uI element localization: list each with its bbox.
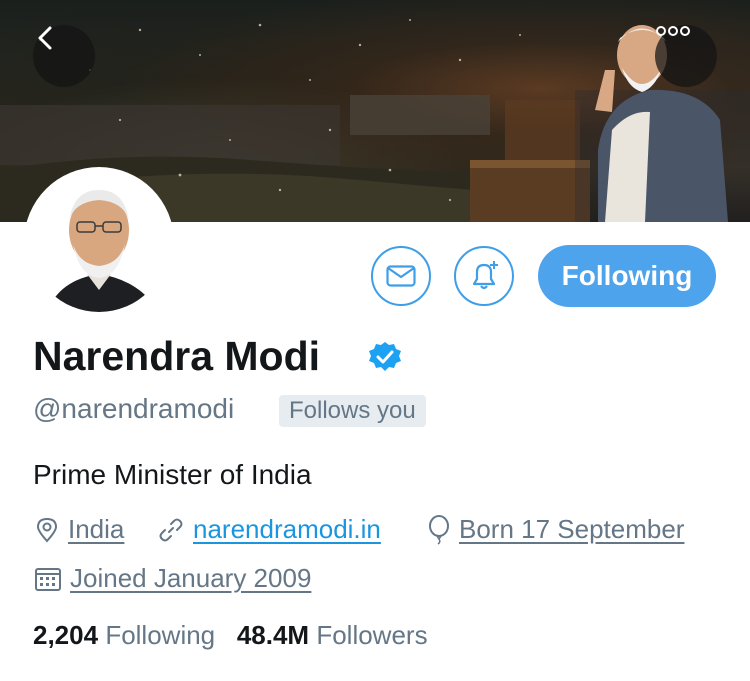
- location-pin-icon: [36, 517, 58, 542]
- message-button[interactable]: [371, 246, 431, 306]
- profile-website[interactable]: narendramodi.in: [157, 514, 381, 545]
- profile-stats: 2,204 Following 48.4M Followers: [33, 620, 428, 651]
- verified-badge-icon: [369, 342, 401, 371]
- profile-birthday: Born 17 September: [427, 514, 684, 545]
- profile-location[interactable]: India: [34, 514, 124, 545]
- birthday-text: Born 17 September: [459, 514, 685, 544]
- following-button[interactable]: Following: [538, 245, 716, 307]
- more-dots-icon: [656, 26, 690, 36]
- follows-you-badge: Follows you: [279, 395, 426, 427]
- more-options-button[interactable]: [655, 25, 717, 87]
- back-button[interactable]: [33, 25, 95, 87]
- bell-plus-icon: [472, 261, 498, 290]
- chevron-left-icon: [38, 26, 52, 50]
- website-link[interactable]: narendramodi.in: [193, 514, 381, 545]
- balloon-icon: [429, 514, 449, 545]
- followers-count: 48.4M: [236, 620, 310, 650]
- followers-stat[interactable]: 48.4M Followers: [237, 620, 428, 650]
- profile-joined: Joined January 2009: [34, 563, 311, 594]
- calendar-icon: [35, 567, 61, 591]
- profile-name: Narendra Modi: [33, 333, 321, 379]
- following-stat[interactable]: 2,204 Following: [33, 620, 222, 650]
- following-count: 2,204: [33, 620, 99, 650]
- profile-handle: @narendramodi: [33, 393, 235, 424]
- following-label: Following: [105, 620, 216, 650]
- notifications-button[interactable]: [454, 246, 514, 306]
- followers-label: Followers: [316, 620, 428, 650]
- envelope-icon: [386, 265, 416, 287]
- link-icon: [159, 518, 183, 541]
- location-text: India: [68, 514, 125, 544]
- joined-text: Joined January 2009: [70, 563, 312, 593]
- avatar-image: [29, 172, 169, 312]
- profile-bio: Prime Minister of India: [33, 459, 312, 490]
- profile-avatar[interactable]: [24, 167, 174, 317]
